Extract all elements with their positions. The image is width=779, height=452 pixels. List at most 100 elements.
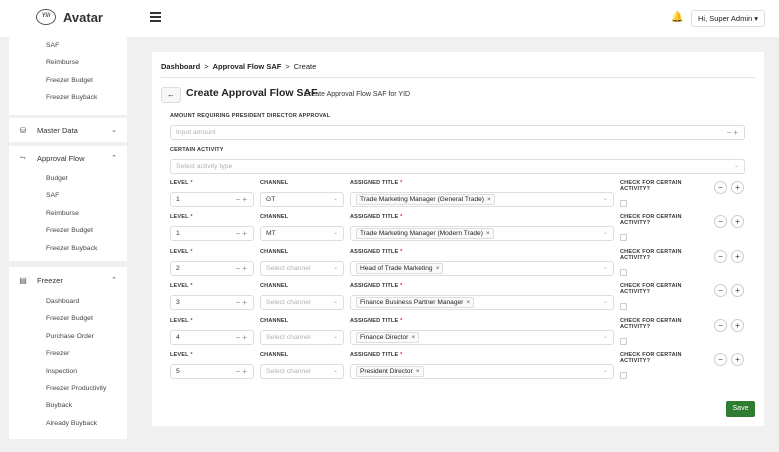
assigned-title-select[interactable]: Trade Marketing Manager (Modern Trade) × ⌄ (350, 226, 614, 242)
level-value: 1 (176, 230, 180, 238)
breadcrumb-approval-flow-saf[interactable]: Approval Flow SAF (213, 62, 282, 71)
activity-select[interactable]: Select activity type ⌄ (170, 159, 745, 174)
stepper-icon[interactable]: −+ (236, 296, 249, 309)
close-icon[interactable]: × (416, 368, 420, 375)
channel-label: CHANNEL (260, 248, 289, 255)
channel-select[interactable]: Select channel ⌄ (260, 260, 344, 276)
stepper-icon[interactable]: −+ (236, 193, 249, 206)
sidebar-item-already-buyback[interactable]: Already Buyback (9, 415, 127, 432)
sidebar-item-budget[interactable]: Budget (9, 170, 127, 187)
sidebar-item-inspection[interactable]: Inspection (9, 363, 127, 380)
chevron-up-icon: ⌃ (111, 155, 117, 162)
level-input[interactable]: 3 −+ (170, 295, 254, 311)
sidebar-item-approval-flow[interactable]: ⥊ Approval Flow ⌃ (9, 146, 127, 170)
add-level-button[interactable]: + (731, 249, 744, 263)
stepper-icon[interactable]: −+ (236, 365, 249, 378)
close-icon[interactable]: × (466, 299, 470, 306)
assigned-title-select[interactable]: President Director × ⌄ (350, 364, 614, 379)
back-button[interactable]: ← (161, 87, 181, 103)
remove-level-button[interactable]: − (714, 249, 727, 263)
channel-select[interactable]: Select channel ⌄ (260, 295, 344, 311)
add-level-button[interactable]: + (731, 215, 744, 229)
level-input[interactable]: 4 −+ (170, 329, 254, 345)
stepper-icon[interactable]: −+ (727, 126, 740, 139)
sidebar-item-reimburse[interactable]: Reimburse (9, 54, 127, 71)
chevron-down-icon: ⌄ (332, 368, 338, 374)
add-level-button[interactable]: + (731, 353, 744, 366)
stepper-icon[interactable]: −+ (236, 262, 249, 275)
bell-icon[interactable]: 🔔 (671, 12, 683, 23)
sidebar-item-reimburse[interactable]: Reimburse (9, 205, 127, 222)
breadcrumb: Dashboard > Approval Flow SAF > Create (161, 62, 316, 71)
assigned-title-select[interactable]: Finance Business Partner Manager × ⌄ (350, 295, 614, 311)
chevron-down-icon: ⌄ (332, 264, 338, 271)
sidebar-item-freezer-buyback[interactable]: Freezer Buyback (9, 240, 127, 257)
sidebar-item-label: Freezer (37, 275, 63, 285)
certain-activity-checkbox[interactable] (620, 337, 627, 345)
menu-icon[interactable] (150, 12, 161, 22)
channel-select[interactable]: MT ⌄ (260, 226, 344, 242)
required-mark: * (400, 180, 403, 186)
sidebar-item-buyback[interactable]: Buyback (9, 397, 127, 414)
level-input[interactable]: 1 −+ (170, 192, 254, 207)
sidebar-item-saf[interactable]: SAF (9, 187, 127, 204)
assigned-title-label-text: ASSIGNED TITLE (350, 214, 399, 221)
certain-activity-checkbox[interactable] (620, 234, 627, 242)
amount-input[interactable]: Input amount −+ (170, 125, 745, 140)
level-label-text: LEVEL (170, 180, 189, 186)
sidebar-item-freezer-budget[interactable]: Freezer Budget (9, 222, 127, 239)
sidebar-item-freezer[interactable]: Freezer (9, 345, 127, 362)
sidebar-item-freezer-budget[interactable]: Freezer Budget (9, 72, 127, 89)
amount-label: AMOUNT REQUIRING PRESIDENT DIRECTOR APPR… (170, 113, 331, 119)
certain-activity-checkbox[interactable] (620, 372, 627, 379)
certain-activity-checkbox[interactable] (620, 303, 627, 311)
channel-label: CHANNEL (260, 283, 289, 290)
channel-select[interactable]: GT ⌄ (260, 192, 344, 207)
remove-level-button[interactable]: − (714, 284, 727, 298)
close-icon[interactable]: × (486, 230, 490, 237)
sidebar-item-freezer[interactable]: ▤ Freezer ⌃ (9, 267, 127, 293)
page-title: Create Approval Flow SAF (186, 87, 318, 99)
stepper-icon[interactable]: −+ (236, 331, 249, 344)
chevron-down-icon: ⌄ (332, 230, 338, 237)
level-input[interactable]: 1 −+ (170, 226, 254, 242)
breadcrumb-dashboard[interactable]: Dashboard (161, 62, 200, 71)
level-value: 3 (176, 299, 180, 307)
remove-level-button[interactable]: − (714, 215, 727, 229)
add-level-button[interactable]: + (731, 284, 744, 298)
required-mark: * (400, 283, 403, 290)
title-tag-text: Head of Trade Marketing (360, 264, 433, 272)
certain-activity-checkbox[interactable] (620, 268, 627, 276)
remove-level-button[interactable]: − (714, 318, 727, 332)
assigned-title-label-text: ASSIGNED TITLE (350, 317, 399, 324)
close-icon[interactable]: × (436, 265, 440, 272)
level-input[interactable]: 5 −+ (170, 364, 254, 379)
remove-level-button[interactable]: − (714, 181, 727, 194)
add-level-button[interactable]: + (731, 318, 744, 332)
stepper-icon[interactable]: −+ (236, 227, 249, 240)
add-level-button[interactable]: + (731, 181, 744, 194)
close-icon[interactable]: × (411, 334, 415, 341)
sidebar-item-master-data[interactable]: ⛁ Master Data ⌄ (9, 118, 127, 142)
sidebar-item-saf[interactable]: SAF (9, 37, 127, 54)
remove-level-button[interactable]: − (714, 353, 727, 366)
channel-select[interactable]: Select channel ⌄ (260, 329, 344, 345)
save-button[interactable]: Save (726, 401, 755, 417)
channel-select[interactable]: Select channel ⌄ (260, 364, 344, 379)
sidebar-item-dashboard[interactable]: Dashboard (9, 293, 127, 310)
sidebar-item-freezer-productivity[interactable]: Freezer Productivity (9, 380, 127, 397)
assigned-title-label: ASSIGNED TITLE * (350, 283, 402, 289)
close-icon[interactable]: × (487, 196, 491, 203)
sidebar: SAF Reimburse Freezer Budget Freezer Buy… (0, 37, 137, 452)
sidebar-group-master-data: ⛁ Master Data ⌄ (9, 118, 127, 142)
user-menu[interactable]: Hi, Super Admin ▾ (691, 10, 766, 27)
assigned-title-label: ASSIGNED TITLE * (350, 318, 402, 324)
assigned-title-select[interactable]: Finance Director × ⌄ (350, 329, 614, 345)
level-input[interactable]: 2 −+ (170, 260, 254, 276)
sidebar-item-freezer-budget[interactable]: Freezer Budget (9, 310, 127, 327)
certain-activity-checkbox[interactable] (620, 200, 627, 207)
sidebar-item-purchase-order[interactable]: Purchase Order (9, 328, 127, 345)
assigned-title-select[interactable]: Trade Marketing Manager (General Trade) ×… (350, 192, 614, 207)
assigned-title-select[interactable]: Head of Trade Marketing × ⌄ (350, 260, 614, 276)
sidebar-item-freezer-buyback[interactable]: Freezer Buyback (9, 89, 127, 106)
